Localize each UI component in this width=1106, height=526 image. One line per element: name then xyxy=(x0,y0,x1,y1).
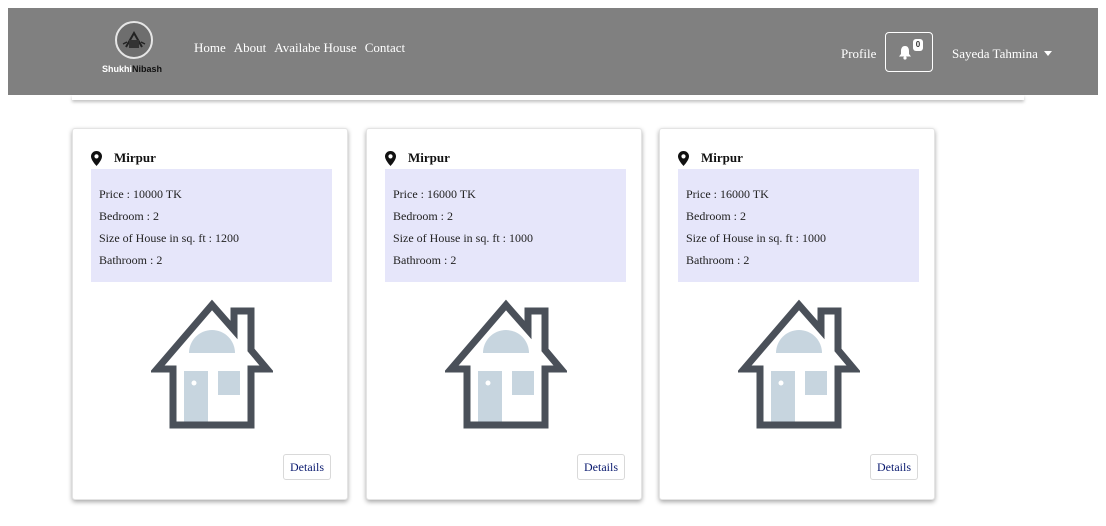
size-text: Size of House in sq. ft : 1000 xyxy=(686,231,826,245)
user-name: Sayeda Tahmina xyxy=(952,46,1038,61)
nav-link-about[interactable]: About xyxy=(234,40,267,56)
location-text: Mirpur xyxy=(408,150,450,165)
nav-link-available-house[interactable]: Availabe House xyxy=(274,40,356,56)
profile-link[interactable]: Profile xyxy=(841,46,876,62)
bell-icon xyxy=(899,46,911,60)
house-icon xyxy=(738,299,860,429)
nav-link-contact[interactable]: Contact xyxy=(365,40,405,56)
card-location: Mirpur xyxy=(91,150,156,166)
location-text: Mirpur xyxy=(114,150,156,165)
house-card: Mirpur Price : 16000 TK Bedroom : 2 Size… xyxy=(659,128,935,500)
house-card: Mirpur Price : 16000 TK Bedroom : 2 Size… xyxy=(366,128,642,500)
map-pin-icon xyxy=(678,150,689,166)
bathroom-text: Bathroom : 2 xyxy=(393,253,457,267)
price-text: Price : 10000 TK xyxy=(99,187,182,201)
bedroom-text: Bedroom : 2 xyxy=(686,209,746,223)
house-info-box: Price : 10000 TK Bedroom : 2 Size of Hou… xyxy=(91,169,332,282)
house-card: Mirpur Price : 10000 TK Bedroom : 2 Size… xyxy=(72,128,348,500)
size-text: Size of House in sq. ft : 1200 xyxy=(99,231,239,245)
details-button[interactable]: Details xyxy=(283,454,331,480)
house-info-box: Price : 16000 TK Bedroom : 2 Size of Hou… xyxy=(385,169,626,282)
brand-name: ShukhiNibash xyxy=(102,64,163,74)
house-icon xyxy=(445,299,567,429)
bedroom-text: Bedroom : 2 xyxy=(99,209,159,223)
details-button[interactable]: Details xyxy=(577,454,625,480)
map-pin-icon xyxy=(385,150,396,166)
card-location: Mirpur xyxy=(385,150,450,166)
map-pin-icon xyxy=(91,150,102,166)
size-text: Size of House in sq. ft : 1000 xyxy=(393,231,533,245)
user-dropdown[interactable]: Sayeda Tahmina xyxy=(952,46,1052,62)
house-info-box: Price : 16000 TK Bedroom : 2 Size of Hou… xyxy=(678,169,919,282)
house-icon xyxy=(151,299,273,429)
nav-links: Home About Availabe House Contact xyxy=(194,40,405,56)
navbar: ShukhiNibash Home About Availabe House C… xyxy=(8,8,1098,95)
caret-down-icon xyxy=(1043,51,1052,56)
nav-link-home[interactable]: Home xyxy=(194,40,226,56)
brand-logo[interactable]: ShukhiNibash xyxy=(98,21,178,91)
house-logo-icon xyxy=(115,21,153,59)
location-text: Mirpur xyxy=(701,150,743,165)
price-text: Price : 16000 TK xyxy=(393,187,476,201)
notification-badge: 0 xyxy=(913,39,923,51)
bathroom-text: Bathroom : 2 xyxy=(99,253,163,267)
card-location: Mirpur xyxy=(678,150,743,166)
bathroom-text: Bathroom : 2 xyxy=(686,253,750,267)
details-button[interactable]: Details xyxy=(870,454,918,480)
notification-button[interactable]: 0 xyxy=(885,32,933,72)
price-text: Price : 16000 TK xyxy=(686,187,769,201)
navbar-bottom-edge xyxy=(72,95,1024,100)
bedroom-text: Bedroom : 2 xyxy=(393,209,453,223)
